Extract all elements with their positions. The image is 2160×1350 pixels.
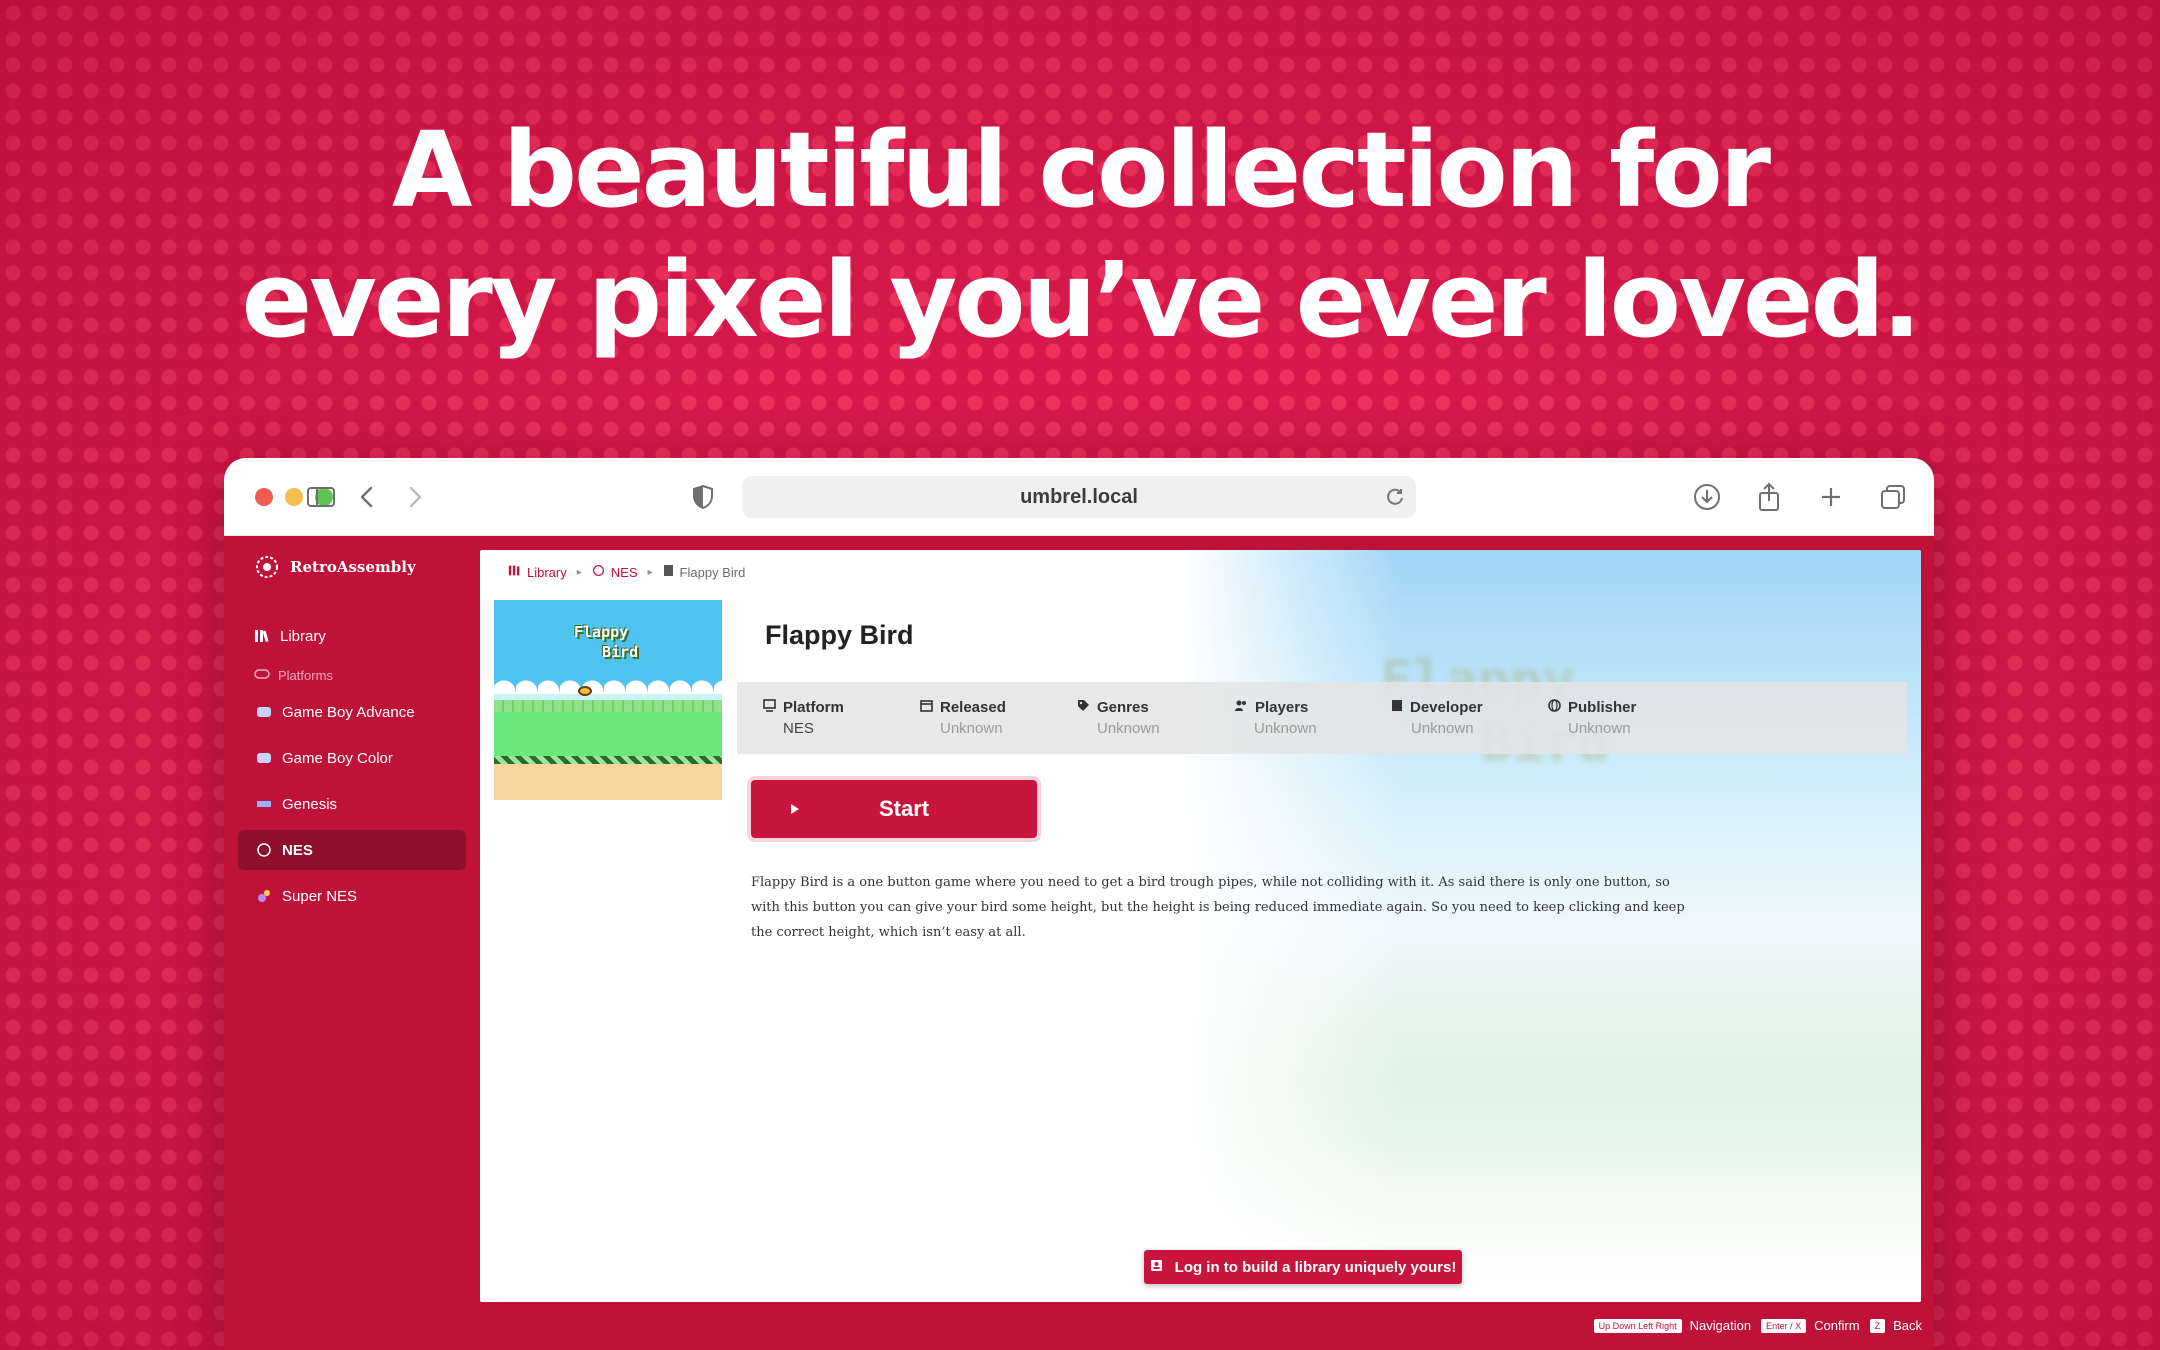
sidebar-item-genesis[interactable]: Genesis [238, 784, 466, 824]
back-icon[interactable] [350, 480, 384, 514]
confirm-hint: Enter / X Confirm [1761, 1318, 1860, 1333]
sidebar-item-super-nes[interactable]: Super NES [238, 876, 466, 916]
sidebar-toggle-icon[interactable] [304, 480, 338, 514]
download-icon[interactable] [1690, 480, 1724, 514]
sidebar-item-label: Library [280, 627, 326, 645]
platforms-section-header: Platforms [254, 668, 333, 683]
back-key: Z [1869, 1318, 1886, 1333]
login-label: Log in to build a library uniquely yours… [1174, 1258, 1457, 1276]
meta-developer: Developer Unknown [1391, 699, 1548, 737]
nes-icon [256, 842, 282, 858]
game-icon [663, 564, 674, 580]
breadcrumb: Library ▸ NES ▸ Flappy Bird [508, 564, 745, 580]
snes-icon [256, 888, 282, 904]
navigation-hint: Up Down Left Right Navigation [1593, 1318, 1751, 1333]
meta-players: Players Unknown [1234, 699, 1391, 737]
genesis-icon [256, 796, 282, 812]
browser-toolbar: umbrel.local [224, 458, 1934, 536]
shield-icon[interactable] [686, 480, 720, 514]
start-game-button[interactable]: Start [751, 780, 1037, 838]
sidebar-item-nes[interactable]: NES [238, 830, 466, 870]
meta-platform: Platform NES [763, 699, 920, 737]
headline: A beautiful collection for every pixel y… [0, 105, 2160, 365]
game-metadata-bar: Platform NES Released Unknown Genres Unk… [737, 682, 1907, 754]
library-icon [254, 628, 280, 644]
user-card-icon [1150, 1259, 1163, 1276]
game-detail-panel: Flappy Bird Library ▸ NES ▸ Flappy Bird [480, 550, 1921, 1302]
confirm-key: Enter / X [1761, 1318, 1807, 1333]
headline-line-1: A beautiful collection for [391, 109, 1771, 231]
book-icon [1391, 699, 1403, 716]
brand[interactable]: RetroAssembly [254, 554, 416, 580]
users-icon [1234, 699, 1248, 716]
login-button[interactable]: Log in to build a library uniquely yours… [1144, 1250, 1462, 1284]
sidebar-item-label: NES [282, 841, 313, 859]
sidebar-item-label: Game Boy Color [282, 749, 393, 767]
sidebar-item-label: Game Boy Advance [282, 703, 415, 721]
monitor-icon [763, 699, 776, 716]
sidebar-item-game-boy-color[interactable]: Game Boy Color [238, 738, 466, 778]
game-cover-image: Flappy Bird [494, 600, 722, 800]
tag-icon [1077, 699, 1090, 716]
breadcrumb-library[interactable]: Library [508, 564, 567, 580]
cover-logo-text: Flappy Bird [574, 623, 639, 661]
brand-name: RetroAssembly [290, 558, 416, 576]
nes-icon [592, 564, 605, 580]
sidebar: RetroAssembly Library Platforms Game Boy… [224, 536, 480, 1350]
share-icon[interactable] [1752, 480, 1786, 514]
gamepad-icon [254, 668, 270, 683]
sidebar-item-library[interactable]: Library [238, 616, 466, 656]
reload-icon[interactable] [1384, 486, 1406, 508]
globe-icon [1548, 699, 1561, 716]
minimize-window-button[interactable] [285, 488, 303, 506]
sidebar-item-label: Super NES [282, 887, 358, 905]
section-label: Platforms [278, 668, 333, 683]
address-bar[interactable]: umbrel.local [742, 476, 1416, 518]
calendar-icon [920, 699, 933, 716]
library-icon [508, 564, 521, 580]
meta-genres: Genres Unknown [1077, 699, 1234, 737]
bird-sprite [578, 686, 592, 696]
new-tab-icon[interactable] [1814, 480, 1848, 514]
chevron-right-icon: ▸ [576, 566, 582, 578]
forward-icon[interactable] [398, 480, 432, 514]
game-description: Flappy Bird is a one button game where y… [751, 875, 1685, 940]
retroassembly-logo-icon [254, 554, 280, 580]
sidebar-item-label: Genesis [282, 795, 338, 813]
keyboard-hints: Up Down Left Right Navigation Enter / X … [1593, 1318, 1922, 1333]
close-window-button[interactable] [255, 488, 273, 506]
meta-released: Released Unknown [920, 699, 1077, 737]
back-hint: Z Back [1869, 1318, 1922, 1333]
gbc-icon [256, 750, 282, 766]
headline-line-2: every pixel you’ve ever loved. [241, 239, 1922, 361]
breadcrumb-game: Flappy Bird [663, 564, 745, 580]
tab-overview-icon[interactable] [1876, 480, 1910, 514]
browser-window: umbrel.local RetroAssembly Library Platf… [224, 458, 1934, 1350]
gba-icon [256, 704, 282, 720]
meta-publisher: Publisher Unknown [1548, 699, 1705, 737]
sidebar-item-game-boy-advance[interactable]: Game Boy Advance [238, 692, 466, 732]
breadcrumb-platform[interactable]: NES [592, 564, 638, 580]
game-title: Flappy Bird [765, 620, 914, 650]
play-icon [791, 804, 799, 814]
start-label: Start [879, 796, 930, 821]
navigation-key: Up Down Left Right [1593, 1318, 1682, 1333]
chevron-right-icon: ▸ [647, 566, 653, 578]
url-text: umbrel.local [1020, 485, 1138, 508]
